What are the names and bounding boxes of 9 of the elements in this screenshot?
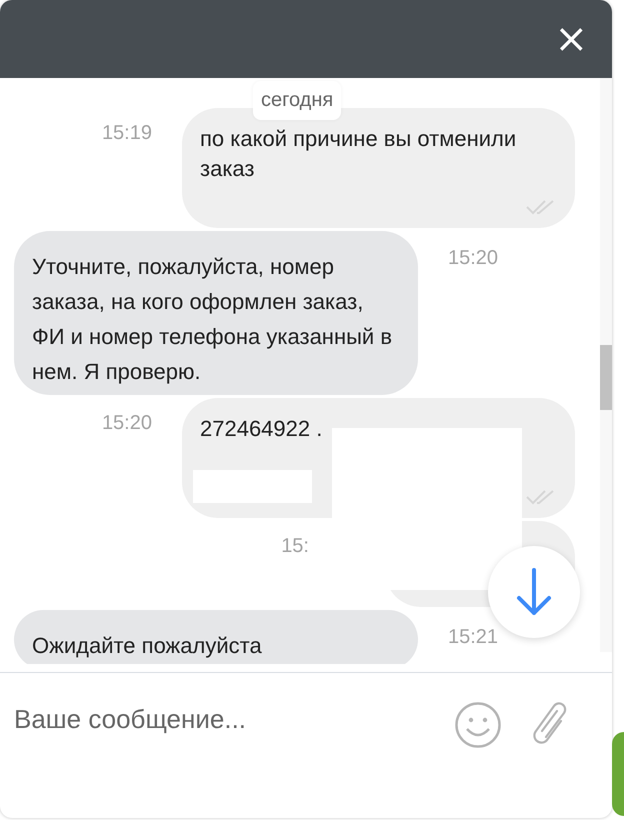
message-time: 15:19 (102, 121, 152, 145)
message-time: 15: (281, 534, 309, 558)
message-time: 15:20 (102, 411, 152, 435)
date-label: сегодня (253, 81, 342, 120)
close-button[interactable]: × (554, 19, 588, 59)
message-time: 15:20 (448, 246, 498, 270)
message-time: 15:21 (448, 625, 498, 649)
incoming-message: Уточните, пожалуйста, номер заказа, на кого оформлен заказ, ФИ и номер телефона указанный в нем. Я проверю. (14, 231, 418, 395)
incoming-message: Ожидайте пожалуйста (14, 610, 418, 664)
